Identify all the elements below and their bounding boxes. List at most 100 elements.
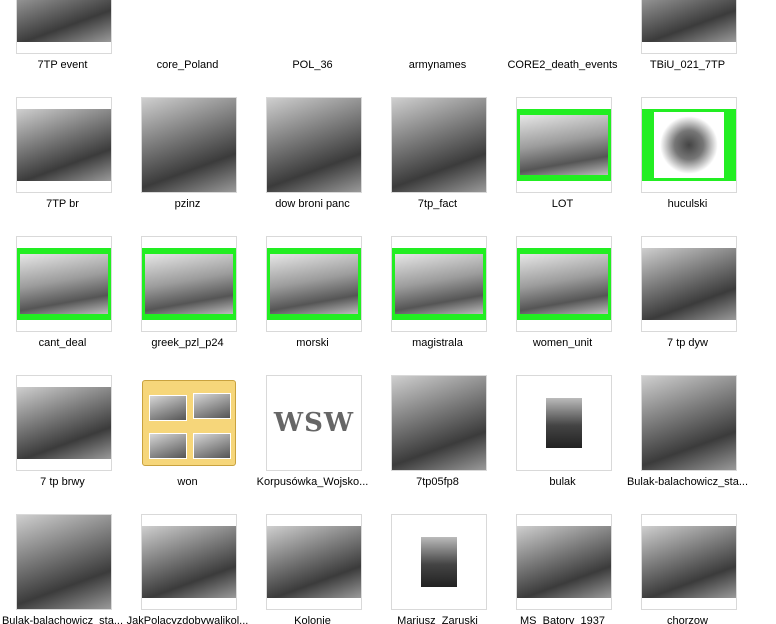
- file-name-label[interactable]: 7tp05fp8: [375, 476, 500, 489]
- file-thumbnail[interactable]: [516, 514, 612, 610]
- file-thumbnail[interactable]: [141, 236, 237, 332]
- file-thumbnail[interactable]: [141, 97, 237, 193]
- photo-image: [395, 254, 483, 314]
- file-item[interactable]: women_unit: [500, 236, 625, 375]
- emblem-image: WSW: [273, 408, 355, 438]
- file-thumbnail[interactable]: [641, 236, 737, 332]
- file-name-label[interactable]: women_unit: [500, 337, 625, 350]
- file-item[interactable]: 7tp_fact: [375, 97, 500, 236]
- file-thumbnail[interactable]: [516, 236, 612, 332]
- file-name-label[interactable]: Mariusz_Zaruski: [375, 615, 500, 624]
- file-item[interactable]: morski: [250, 236, 375, 375]
- file-thumbnail[interactable]: [641, 97, 737, 193]
- file-name-label[interactable]: 7TP event: [0, 59, 125, 72]
- file-thumbnail[interactable]: [141, 514, 237, 610]
- file-thumbnail[interactable]: [16, 236, 112, 332]
- file-item[interactable]: dow broni panc: [250, 97, 375, 236]
- file-thumbnail[interactable]: [391, 0, 487, 54]
- file-item[interactable]: POL_36: [250, 0, 375, 97]
- photo-image: [145, 254, 233, 314]
- file-item[interactable]: won: [125, 375, 250, 514]
- file-name-label[interactable]: won: [125, 476, 250, 489]
- file-item[interactable]: Kolonie: [250, 514, 375, 624]
- file-name-label[interactable]: core_Poland: [125, 59, 250, 72]
- file-item[interactable]: core_Poland: [125, 0, 250, 97]
- file-name-label[interactable]: cant_deal: [0, 337, 125, 350]
- file-item[interactable]: LOT: [500, 97, 625, 236]
- file-item[interactable]: bulak: [500, 375, 625, 514]
- file-item[interactable]: 7TP event: [0, 0, 125, 97]
- file-item[interactable]: Bulak-balachowicz_sta...: [0, 514, 125, 624]
- file-thumbnail[interactable]: [641, 0, 737, 54]
- portrait-image: [421, 537, 457, 587]
- file-name-label[interactable]: armynames: [375, 59, 500, 72]
- green-framed-image: [642, 109, 736, 181]
- file-thumbnail[interactable]: WSW: [266, 375, 362, 471]
- file-thumbnail[interactable]: [391, 514, 487, 610]
- file-item[interactable]: MS_Batory_1937: [500, 514, 625, 624]
- file-name-label[interactable]: dow broni panc: [250, 198, 375, 211]
- file-name-label[interactable]: 7TP br: [0, 198, 125, 211]
- file-item[interactable]: TBiU_021_7TP: [625, 0, 750, 97]
- file-name-label[interactable]: bulak: [500, 476, 625, 489]
- file-name-label[interactable]: pzinz: [125, 198, 250, 211]
- file-name-label[interactable]: chorzow: [625, 615, 750, 624]
- file-thumbnail[interactable]: [141, 375, 237, 471]
- file-name-label[interactable]: JakPolacyzdobywalikol...: [125, 615, 250, 624]
- file-item[interactable]: chorzow: [625, 514, 750, 624]
- file-item[interactable]: JakPolacyzdobywalikol...: [125, 514, 250, 624]
- file-name-label[interactable]: Korpusówka_Wojsko...: [250, 476, 375, 489]
- file-item[interactable]: greek_pzl_p24: [125, 236, 250, 375]
- file-thumbnail[interactable]: [516, 0, 612, 54]
- file-name-label[interactable]: 7tp_fact: [375, 198, 500, 211]
- file-item[interactable]: CORE2_death_events: [500, 0, 625, 97]
- file-thumbnail[interactable]: [266, 0, 362, 54]
- file-name-label[interactable]: CORE2_death_events: [500, 59, 625, 72]
- green-framed-image: [17, 248, 111, 320]
- file-name-label[interactable]: Bulak-balachowicz_sta...: [625, 476, 750, 489]
- file-thumbnail[interactable]: [391, 375, 487, 471]
- file-item[interactable]: pzinz: [125, 97, 250, 236]
- file-thumbnail[interactable]: [266, 514, 362, 610]
- file-thumbnail[interactable]: [266, 236, 362, 332]
- file-thumbnail[interactable]: [16, 375, 112, 471]
- file-item[interactable]: Mariusz_Zaruski: [375, 514, 500, 624]
- file-name-label[interactable]: huculski: [625, 198, 750, 211]
- photo-image: [517, 526, 611, 598]
- file-item[interactable]: WSW Korpusówka_Wojsko...: [250, 375, 375, 514]
- file-name-label[interactable]: Kolonie: [250, 615, 375, 624]
- file-name-label[interactable]: TBiU_021_7TP: [625, 59, 750, 72]
- file-thumbnail[interactable]: [391, 97, 487, 193]
- file-name-label[interactable]: POL_36: [250, 59, 375, 72]
- file-name-label[interactable]: morski: [250, 337, 375, 350]
- file-thumbnail[interactable]: [516, 97, 612, 193]
- file-item[interactable]: cant_deal: [0, 236, 125, 375]
- file-name-label[interactable]: Bulak-balachowicz_sta...: [0, 615, 125, 624]
- file-thumbnail[interactable]: [141, 0, 237, 54]
- file-thumbnail[interactable]: [516, 375, 612, 471]
- file-name-label[interactable]: greek_pzl_p24: [125, 337, 250, 350]
- file-item[interactable]: armynames: [375, 0, 500, 97]
- file-item[interactable]: 7tp05fp8: [375, 375, 500, 514]
- file-name-label[interactable]: 7 tp brwy: [0, 476, 125, 489]
- file-thumbnail[interactable]: [266, 97, 362, 193]
- file-name-label[interactable]: LOT: [500, 198, 625, 211]
- file-item[interactable]: 7TP br: [0, 97, 125, 236]
- green-framed-image: [517, 248, 611, 320]
- photo-image: [17, 0, 111, 42]
- file-item[interactable]: huculski: [625, 97, 750, 236]
- file-item[interactable]: 7 tp dyw: [625, 236, 750, 375]
- file-item[interactable]: magistrala: [375, 236, 500, 375]
- file-name-label[interactable]: MS_Batory_1937: [500, 615, 625, 624]
- file-thumbnail[interactable]: [641, 375, 737, 471]
- file-thumbnail[interactable]: [16, 97, 112, 193]
- file-thumbnail[interactable]: [16, 0, 112, 54]
- file-name-label[interactable]: magistrala: [375, 337, 500, 350]
- file-item[interactable]: Bulak-balachowicz_sta...: [625, 375, 750, 514]
- file-item[interactable]: 7 tp brwy: [0, 375, 125, 514]
- file-thumbnail[interactable]: [16, 514, 112, 610]
- photo-image: [642, 376, 736, 470]
- file-thumbnail[interactable]: [391, 236, 487, 332]
- file-thumbnail[interactable]: [641, 514, 737, 610]
- file-name-label[interactable]: 7 tp dyw: [625, 337, 750, 350]
